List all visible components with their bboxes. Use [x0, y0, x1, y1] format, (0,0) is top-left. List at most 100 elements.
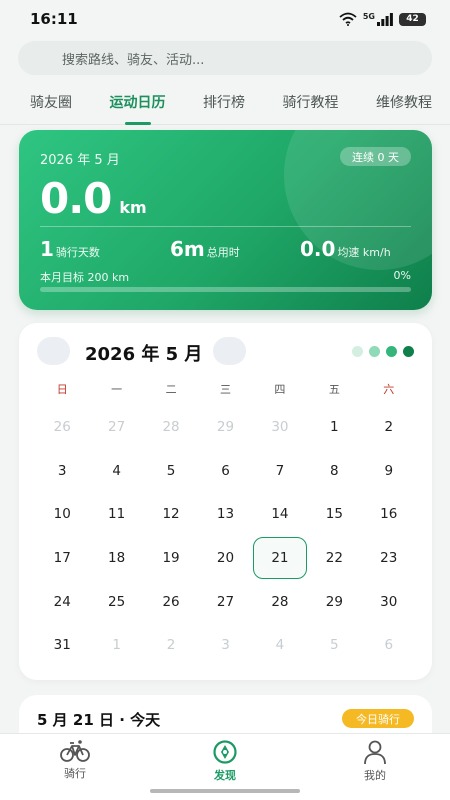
calendar-day-number: 22	[325, 549, 343, 566]
goal-percent: 0%	[393, 269, 411, 282]
calendar-day[interactable]: 24	[35, 580, 89, 624]
calendar-day[interactable]: 22	[307, 536, 361, 580]
calendar-day[interactable]: 11	[89, 492, 143, 536]
calendar-day[interactable]: 18	[89, 536, 143, 580]
calendar-day[interactable]: 30	[362, 580, 416, 624]
calendar-day[interactable]: 26	[35, 405, 89, 449]
stat-avg-speed: 0.0 均速 km/h	[300, 237, 391, 261]
distance-value: 0.0	[40, 174, 112, 223]
search-input[interactable]: 搜索路线、骑友、活动...	[18, 41, 432, 75]
calendar-day[interactable]: 28	[144, 405, 198, 449]
home-indicator[interactable]	[150, 789, 300, 793]
calendar-day-number: 26	[53, 418, 71, 435]
distance-unit: km	[119, 198, 147, 217]
next-month-button[interactable]	[213, 337, 246, 365]
status-bar: 16:11 5G 42	[0, 0, 450, 38]
calendar-day[interactable]: 23	[362, 536, 416, 580]
stats-divider	[40, 226, 411, 227]
calendar-day[interactable]: 15	[307, 492, 361, 536]
calendar-day[interactable]: 28	[253, 580, 307, 624]
prev-month-button[interactable]	[37, 337, 70, 365]
day-detail-title: 5 月 21 日 · 今天	[37, 711, 161, 729]
bicycle-icon	[60, 740, 90, 762]
calendar-day-number: 28	[271, 593, 289, 610]
stats-month: 2026 年 5 月	[40, 153, 120, 168]
search-placeholder: 搜索路线、骑友、活动...	[62, 52, 205, 68]
calendar-day-number: 28	[162, 418, 180, 435]
calendar-day[interactable]: 27	[198, 580, 252, 624]
ride-days-label: 骑行天数	[55, 246, 100, 259]
tab-riding-tutorial[interactable]: 骑行教程	[283, 91, 339, 124]
calendar-day[interactable]: 20	[198, 536, 252, 580]
today-ride-badge[interactable]: 今日骑行	[342, 709, 414, 728]
calendar-day[interactable]: 7	[253, 449, 307, 493]
calendar-day[interactable]: 1	[89, 623, 143, 667]
calendar-day[interactable]: 2	[362, 405, 416, 449]
calendar-day[interactable]: 6	[362, 623, 416, 667]
calendar-day[interactable]: 27	[89, 405, 143, 449]
nav-me-label: 我的	[364, 769, 386, 782]
calendar-day[interactable]: 5	[307, 623, 361, 667]
calendar-day[interactable]: 31	[35, 623, 89, 667]
duration-label: 总用时	[206, 246, 240, 259]
person-icon	[364, 740, 386, 765]
weekday-label: 一	[111, 383, 123, 396]
calendar-day[interactable]: 2	[144, 623, 198, 667]
network-label: 5G	[362, 11, 375, 21]
calendar-day-number: 3	[57, 462, 67, 479]
calendar-day-number: 2	[166, 637, 176, 654]
calendar-day[interactable]: 5	[144, 449, 198, 493]
legend-dot	[369, 346, 380, 357]
calendar-day-number: 24	[53, 593, 71, 610]
nav-ride-label: 骑行	[64, 767, 86, 780]
calendar-day-number: 4	[275, 637, 285, 654]
tab-sport-calendar[interactable]: 运动日历	[110, 91, 166, 124]
weekday-row: 日一二三四五六	[35, 381, 416, 397]
calendar-day[interactable]: 10	[35, 492, 89, 536]
nav-ride[interactable]: 骑行	[35, 739, 115, 781]
calendar-day-number: 30	[380, 593, 398, 610]
calendar-day-number: 30	[271, 418, 289, 435]
calendar-day[interactable]: 14	[253, 492, 307, 536]
top-tabs: 骑友圈 运动日历 排行榜 骑行教程 维修教程	[0, 91, 450, 125]
calendar-day[interactable]: 3	[198, 623, 252, 667]
calendar-day-number: 5	[330, 637, 339, 654]
calendar-title: 2026 年 5 月	[85, 344, 203, 365]
calendar-day-today[interactable]: 21	[253, 536, 307, 580]
weekday-label: 日	[56, 383, 68, 396]
calendar-day[interactable]: 3	[35, 449, 89, 493]
monthly-stats-card: 2026 年 5 月 连续 0 天 0.0 km 1 骑行天数 6m 总用时 0…	[19, 130, 432, 310]
speed-label: 均速 km/h	[337, 246, 391, 259]
calendar-day-number: 27	[108, 418, 126, 435]
tab-riders-circle[interactable]: 骑友圈	[30, 91, 72, 124]
signal-icon	[377, 12, 393, 26]
calendar-day[interactable]: 1	[307, 405, 361, 449]
legend-dot	[352, 346, 363, 357]
calendar-day[interactable]: 6	[198, 449, 252, 493]
search-wrap: 搜索路线、骑友、活动...	[0, 38, 450, 75]
calendar-day[interactable]: 25	[89, 580, 143, 624]
calendar-day[interactable]: 29	[307, 580, 361, 624]
tab-leaderboard[interactable]: 排行榜	[203, 91, 245, 124]
calendar-day-number: 1	[330, 418, 339, 435]
weekday-label: 三	[219, 383, 231, 396]
calendar-day[interactable]: 29	[198, 405, 252, 449]
calendar-day[interactable]: 4	[89, 449, 143, 493]
calendar-day[interactable]: 16	[362, 492, 416, 536]
calendar-day[interactable]: 8	[307, 449, 361, 493]
calendar-day-number: 20	[216, 549, 235, 566]
calendar-day[interactable]: 12	[144, 492, 198, 536]
calendar-day[interactable]: 4	[253, 623, 307, 667]
calendar-day[interactable]: 19	[144, 536, 198, 580]
nav-discover[interactable]: 发现	[185, 739, 265, 783]
nav-me[interactable]: 我的	[335, 739, 415, 783]
calendar-day[interactable]: 30	[253, 405, 307, 449]
calendar-day-number: 6	[384, 637, 394, 654]
calendar-day[interactable]: 26	[144, 580, 198, 624]
calendar-day[interactable]: 9	[362, 449, 416, 493]
status-time: 16:11	[30, 10, 78, 28]
calendar-day[interactable]: 13	[198, 492, 252, 536]
calendar-day[interactable]: 17	[35, 536, 89, 580]
speed-value: 0.0	[300, 237, 336, 261]
tab-repair-tutorial[interactable]: 维修教程	[376, 91, 432, 124]
